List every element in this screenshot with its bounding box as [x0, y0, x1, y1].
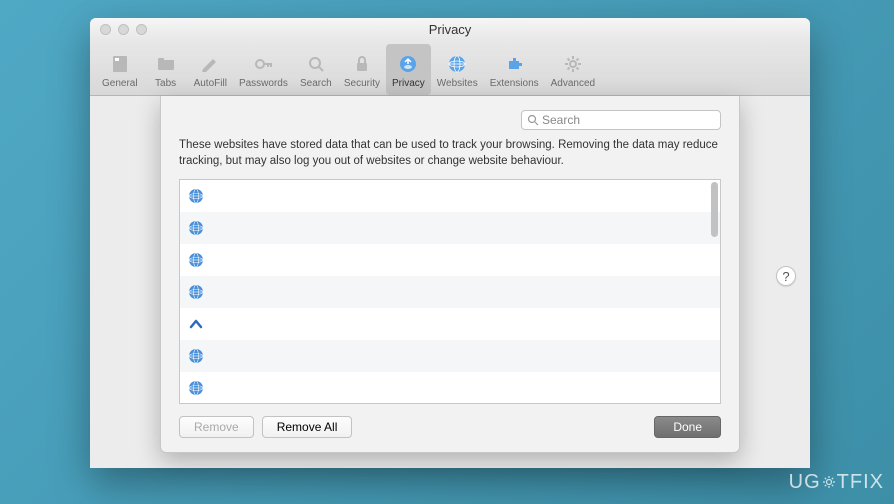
- tab-autofill[interactable]: AutoFill: [188, 44, 233, 95]
- close-icon[interactable]: [100, 24, 111, 35]
- list-item[interactable]: [180, 180, 720, 212]
- preferences-window: Privacy General Tabs AutoFill Passwords: [90, 18, 810, 468]
- autofill-icon: [197, 51, 223, 77]
- list-item[interactable]: [180, 372, 720, 404]
- search-icon: [303, 51, 329, 77]
- remove-all-button[interactable]: Remove All: [262, 416, 353, 438]
- globe-icon: [188, 188, 204, 204]
- done-button[interactable]: Done: [654, 416, 721, 438]
- gear-icon: [560, 51, 586, 77]
- websites-icon: [444, 51, 470, 77]
- tab-tabs[interactable]: Tabs: [144, 44, 188, 95]
- search-placeholder: Search: [542, 113, 580, 127]
- globe-icon: [188, 220, 204, 236]
- globe-icon: [188, 348, 204, 364]
- passwords-icon: [250, 51, 276, 77]
- help-button[interactable]: ?: [776, 266, 796, 286]
- globe-icon: [188, 380, 204, 396]
- scroll-thumb[interactable]: [711, 182, 718, 237]
- list-item[interactable]: [180, 276, 720, 308]
- tab-general[interactable]: General: [96, 44, 144, 95]
- zoom-icon[interactable]: [136, 24, 147, 35]
- search-icon: [527, 114, 539, 126]
- tab-privacy[interactable]: Privacy: [386, 44, 431, 95]
- privacy-icon: [395, 51, 421, 77]
- list-item[interactable]: [180, 212, 720, 244]
- manage-website-data-sheet: Search These websites have stored data t…: [160, 96, 740, 453]
- tab-security[interactable]: Security: [338, 44, 386, 95]
- list-item[interactable]: [180, 244, 720, 276]
- general-icon: [107, 51, 133, 77]
- minimize-icon[interactable]: [118, 24, 129, 35]
- tab-websites[interactable]: Websites: [431, 44, 484, 95]
- content-area: ? Search These websites have stored data…: [90, 96, 810, 468]
- tab-advanced[interactable]: Advanced: [545, 44, 601, 95]
- globe-icon: [188, 284, 204, 300]
- extensions-icon: [501, 51, 527, 77]
- globe-icon: [188, 252, 204, 268]
- tabs-icon: [153, 51, 179, 77]
- traffic-lights: [90, 24, 147, 35]
- preferences-toolbar: General Tabs AutoFill Passwords Search: [90, 40, 810, 96]
- lock-icon: [349, 51, 375, 77]
- tab-search[interactable]: Search: [294, 44, 338, 95]
- remove-button: Remove: [179, 416, 254, 438]
- button-row: Remove Remove All Done: [179, 416, 721, 438]
- list-item[interactable]: [180, 340, 720, 372]
- window-title: Privacy: [90, 22, 810, 37]
- description-text: These websites have stored data that can…: [179, 138, 721, 169]
- search-input[interactable]: Search: [521, 110, 721, 130]
- titlebar[interactable]: Privacy: [90, 18, 810, 40]
- caret-icon: [188, 316, 204, 332]
- tab-extensions[interactable]: Extensions: [484, 44, 545, 95]
- list-item[interactable]: [180, 308, 720, 340]
- watermark: UGTFIX: [789, 471, 884, 496]
- tab-passwords[interactable]: Passwords: [233, 44, 294, 95]
- scrollbar[interactable]: [711, 182, 718, 401]
- website-data-list[interactable]: [179, 179, 721, 404]
